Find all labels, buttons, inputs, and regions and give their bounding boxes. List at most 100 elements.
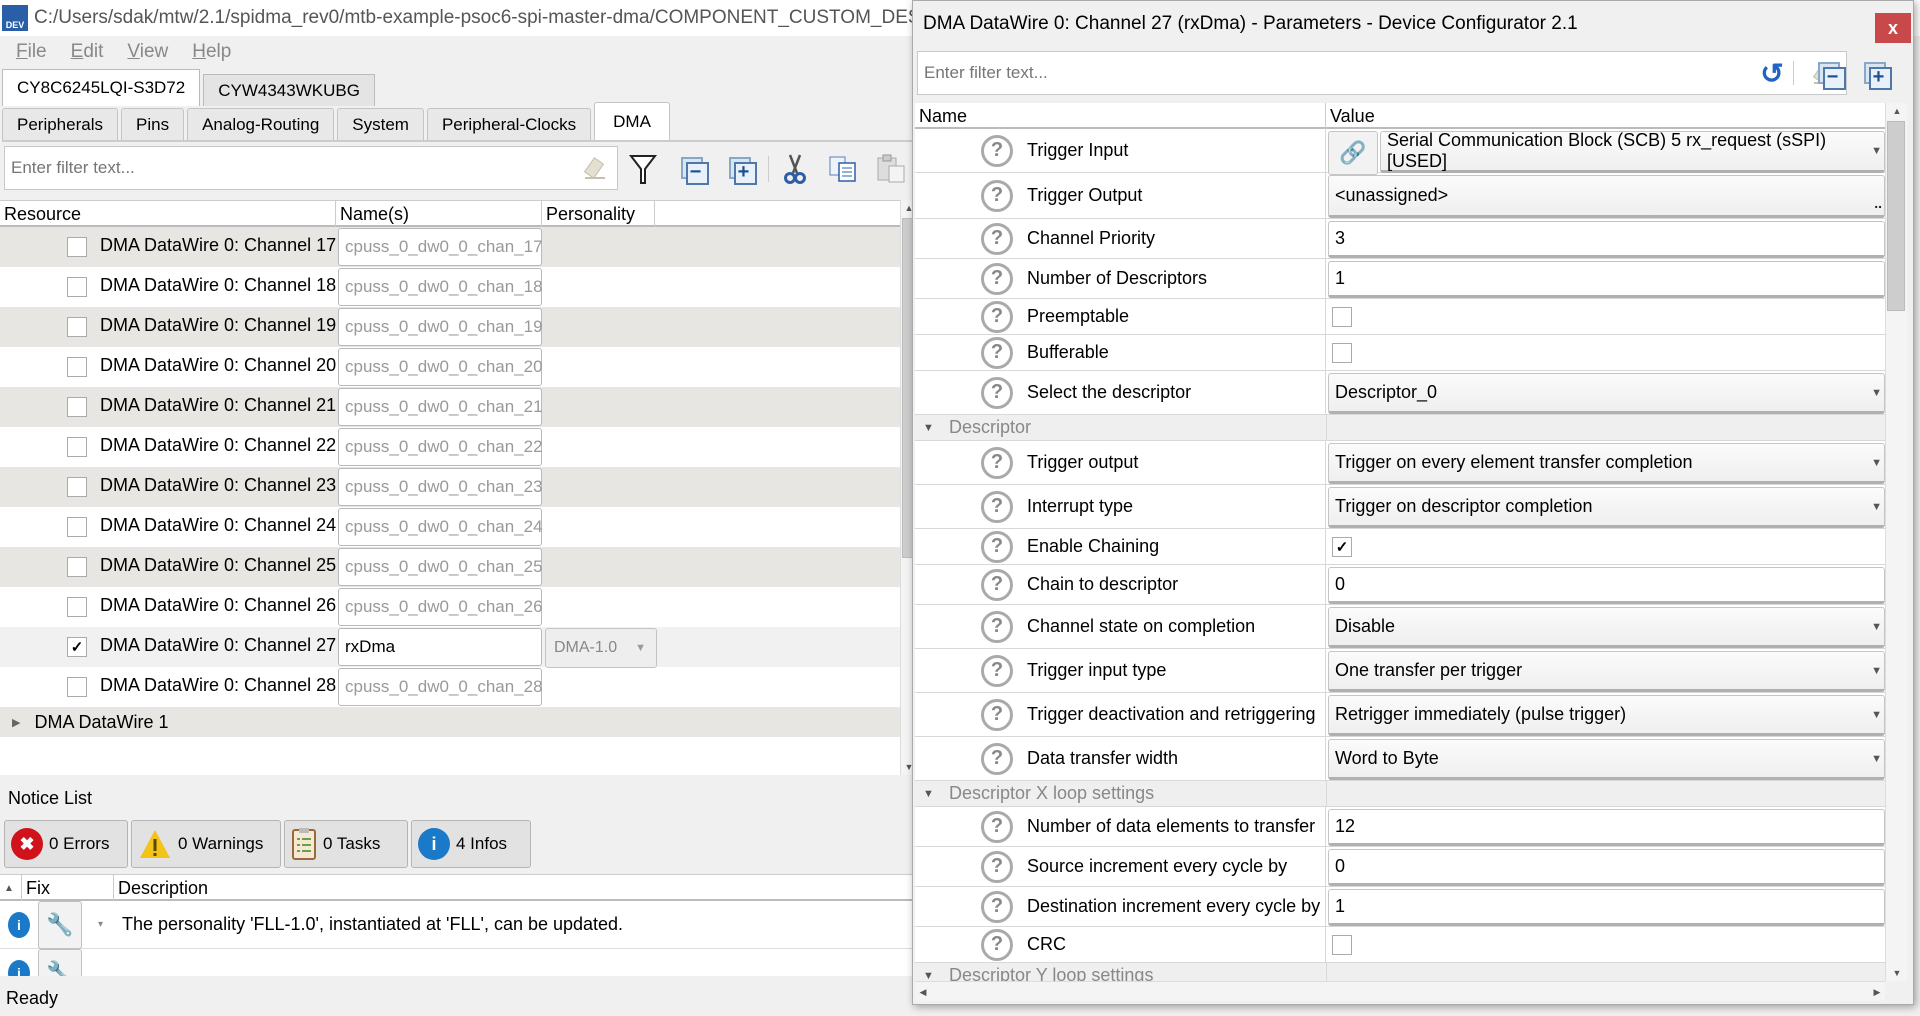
- scroll-left-arrow-icon[interactable]: ◀: [915, 984, 931, 1000]
- notice-row[interactable]: i 🔧 ▾ The personality 'FLL-1.0', instant…: [0, 901, 912, 949]
- resource-name-field[interactable]: rxDma: [338, 628, 542, 666]
- parameter-filter-input[interactable]: [918, 63, 1812, 83]
- collapse-all-button[interactable]: −: [676, 152, 710, 186]
- parameter-dropdown[interactable]: One transfer per trigger ▼: [1328, 651, 1885, 692]
- parameter-text-field[interactable]: 3: [1328, 221, 1885, 258]
- fix-wrench-button[interactable]: 🔧: [38, 949, 82, 976]
- resource-name-field[interactable]: cpuss_0_dw0_0_chan_20: [338, 348, 543, 386]
- collapse-all-button[interactable]: −: [1815, 59, 1846, 90]
- parameter-table-scrollbar[interactable]: ▲ ▼: [1885, 103, 1907, 981]
- menu-help[interactable]: Help: [192, 41, 231, 63]
- menu-file[interactable]: File: [16, 41, 47, 63]
- parameter-dropdown[interactable]: Serial Communication Block (SCB) 5 rx_re…: [1380, 130, 1885, 173]
- collapse-arrow-icon[interactable]: ▼: [923, 788, 934, 800]
- section-header-descriptor[interactable]: ▼ Descriptor: [915, 415, 1885, 441]
- cut-button[interactable]: [778, 152, 812, 186]
- resource-row[interactable]: DMA DataWire 0: Channel 18 cpuss_0_dw0_0_…: [0, 267, 900, 307]
- resource-checkbox[interactable]: [67, 437, 87, 457]
- help-icon[interactable]: ?: [981, 262, 1013, 295]
- parameter-checkbox[interactable]: [1332, 342, 1352, 363]
- resource-name-field[interactable]: cpuss_0_dw0_0_chan_21: [338, 388, 543, 426]
- tab-device-cyw4343[interactable]: CYW4343WKUBG: [203, 74, 375, 106]
- parameter-dropdown[interactable]: Trigger on every element transfer comple…: [1328, 443, 1885, 484]
- parameter-text-field[interactable]: 1: [1328, 261, 1885, 298]
- group-row-dma-datawire-1[interactable]: ▶ DMA DataWire 1: [0, 707, 900, 737]
- help-icon[interactable]: ?: [981, 654, 1013, 687]
- help-icon[interactable]: ?: [981, 610, 1013, 643]
- resource-name-field[interactable]: cpuss_0_dw0_0_chan_18: [338, 268, 543, 306]
- notice-row[interactable]: i 🔧: [0, 949, 912, 976]
- resource-checkbox[interactable]: [67, 317, 87, 337]
- expand-all-button[interactable]: +: [1861, 59, 1892, 90]
- scroll-down-arrow-icon[interactable]: ▼: [1886, 965, 1908, 981]
- resource-name-field[interactable]: cpuss_0_dw0_0_chan_26: [338, 588, 543, 626]
- parameter-checkbox[interactable]: [1332, 934, 1352, 955]
- resource-name-field[interactable]: cpuss_0_dw0_0_chan_23: [338, 468, 543, 506]
- parameter-dropdown[interactable]: Descriptor_0 ▼: [1328, 373, 1885, 414]
- resource-name-field[interactable]: cpuss_0_dw0_0_chan_22: [338, 428, 543, 466]
- close-button[interactable]: x: [1875, 13, 1911, 43]
- help-icon[interactable]: ?: [981, 222, 1013, 255]
- column-header-resource[interactable]: Resource: [0, 201, 336, 227]
- resource-row[interactable]: DMA DataWire 0: Channel 25 cpuss_0_dw0_0_…: [0, 547, 900, 587]
- scroll-right-arrow-icon[interactable]: ▶: [1869, 984, 1885, 1000]
- collapse-arrow-icon[interactable]: ▼: [923, 970, 934, 982]
- tab-system[interactable]: System: [337, 108, 424, 140]
- tab-analog-routing[interactable]: Analog-Routing: [187, 108, 335, 140]
- scroll-up-arrow-icon[interactable]: ▲: [1886, 103, 1908, 119]
- column-header-names[interactable]: Name(s): [336, 201, 542, 227]
- eraser-icon[interactable]: [583, 157, 607, 179]
- tab-pins[interactable]: Pins: [121, 108, 185, 140]
- resource-filter-input[interactable]: [5, 158, 583, 178]
- resource-name-field[interactable]: cpuss_0_dw0_0_chan_19: [338, 308, 543, 346]
- resource-row[interactable]: DMA DataWire 0: Channel 23 cpuss_0_dw0_0_…: [0, 467, 900, 507]
- fix-dropdown-icon[interactable]: ▾: [98, 919, 103, 930]
- refresh-button[interactable]: ↺: [1757, 58, 1787, 89]
- help-icon[interactable]: ?: [981, 336, 1013, 369]
- parameter-text-field[interactable]: 0: [1328, 849, 1885, 886]
- section-header-descriptor-x-loop-settings[interactable]: ▼ Descriptor X loop settings: [915, 781, 1885, 807]
- menu-view[interactable]: View: [127, 41, 168, 63]
- resource-checkbox[interactable]: [67, 597, 87, 617]
- parameter-text-field[interactable]: 1: [1328, 889, 1885, 926]
- resource-row[interactable]: DMA DataWire 0: Channel 19 cpuss_0_dw0_0_…: [0, 307, 900, 347]
- parameter-checkbox[interactable]: ✓: [1332, 536, 1352, 557]
- errors-button[interactable]: ✖ 0 Errors: [4, 820, 128, 868]
- resource-row[interactable]: DMA DataWire 0: Channel 28 cpuss_0_dw0_0_…: [0, 667, 900, 707]
- resource-checkbox[interactable]: [67, 357, 87, 377]
- menu-edit[interactable]: Edit: [71, 41, 104, 63]
- parameter-dropdown[interactable]: Disable ▼: [1328, 607, 1885, 648]
- link-button[interactable]: 🔗: [1328, 131, 1378, 175]
- resource-row[interactable]: DMA DataWire 0: Channel 24 cpuss_0_dw0_0_…: [0, 507, 900, 547]
- column-header-fix[interactable]: Fix: [22, 875, 114, 901]
- help-icon[interactable]: ?: [981, 890, 1013, 923]
- parameter-text-field[interactable]: 12: [1328, 809, 1885, 846]
- resource-name-field[interactable]: cpuss_0_dw0_0_chan_24: [338, 508, 543, 546]
- help-icon[interactable]: ?: [981, 530, 1013, 563]
- resource-name-field[interactable]: cpuss_0_dw0_0_chan_25: [338, 548, 543, 586]
- help-icon[interactable]: ?: [981, 928, 1013, 961]
- parameter-dropdown[interactable]: Word to Byte ▼: [1328, 739, 1885, 780]
- resource-name-field[interactable]: cpuss_0_dw0_0_chan_17: [338, 228, 543, 266]
- help-icon[interactable]: ?: [981, 742, 1013, 775]
- column-header-personality[interactable]: Personality: [542, 201, 655, 227]
- help-icon[interactable]: ?: [981, 490, 1013, 523]
- personality-dropdown[interactable]: DMA-1.0 ▼: [545, 628, 657, 668]
- column-header-description[interactable]: Description: [114, 875, 912, 901]
- resource-row[interactable]: ✓ DMA DataWire 0: Channel 27 rxDma DMA-1.0 ▼: [0, 627, 900, 668]
- tasks-button[interactable]: 0 Tasks: [284, 820, 408, 868]
- help-icon[interactable]: ?: [981, 179, 1013, 212]
- parameter-horizontal-scrollbar[interactable]: ◀ ▶: [915, 981, 1885, 1001]
- resource-checkbox[interactable]: [67, 477, 87, 497]
- resource-checkbox[interactable]: [67, 237, 87, 257]
- resource-row[interactable]: DMA DataWire 0: Channel 22 cpuss_0_dw0_0_…: [0, 427, 900, 467]
- help-icon[interactable]: ?: [981, 850, 1013, 883]
- section-header-descriptor-y-loop-settings[interactable]: ▼ Descriptor Y loop settings: [915, 963, 1885, 981]
- collapse-arrow-icon[interactable]: ▼: [923, 422, 934, 434]
- infos-button[interactable]: i 4 Infos: [411, 820, 531, 868]
- parameter-dropdown[interactable]: Retrigger immediately (pulse trigger) ▼: [1328, 695, 1885, 736]
- help-icon[interactable]: ?: [981, 376, 1013, 409]
- resource-checkbox[interactable]: [67, 517, 87, 537]
- resource-checkbox[interactable]: [67, 557, 87, 577]
- resource-row[interactable]: DMA DataWire 0: Channel 21 cpuss_0_dw0_0_…: [0, 387, 900, 427]
